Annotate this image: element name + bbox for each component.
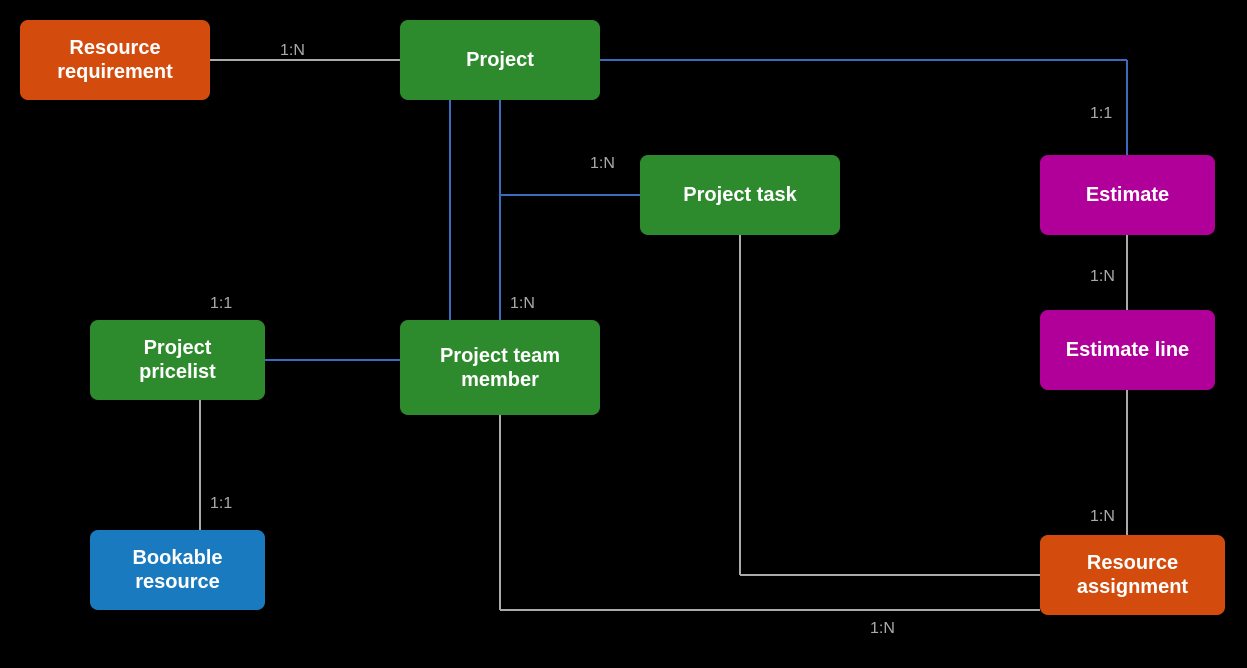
node-estimate: Estimate [1040,155,1215,235]
label-proj-estimate-11: 1:1 [1090,105,1112,123]
label-team-assignment-1n: 1:N [870,620,895,638]
node-project-pricelist: Projectpricelist [90,320,265,400]
node-project-task: Project task [640,155,840,235]
label-task-assignment-1n: 1:N [1090,508,1115,526]
node-resource-requirement: Resourcerequirement [20,20,210,100]
label-pricelist-bookable-11: 1:1 [210,495,232,513]
label-proj-req-1n: 1:N [280,42,305,60]
node-estimate-line: Estimate line [1040,310,1215,390]
label-proj-pricelist-11: 1:1 [210,295,232,313]
node-project-team-member: Project teammember [400,320,600,415]
label-proj-task-1n: 1:N [590,155,615,173]
label-estimate-line-1n: 1:N [1090,268,1115,286]
node-bookable-resource: Bookableresource [90,530,265,610]
label-proj-team-1n: 1:N [510,295,535,313]
node-resource-assignment: Resourceassignment [1040,535,1225,615]
diagram-container: 1:N 1:N 1:1 1:1 1:N 1:N 1:1 1:N 1:N Reso… [0,0,1247,668]
node-project: Project [400,20,600,100]
